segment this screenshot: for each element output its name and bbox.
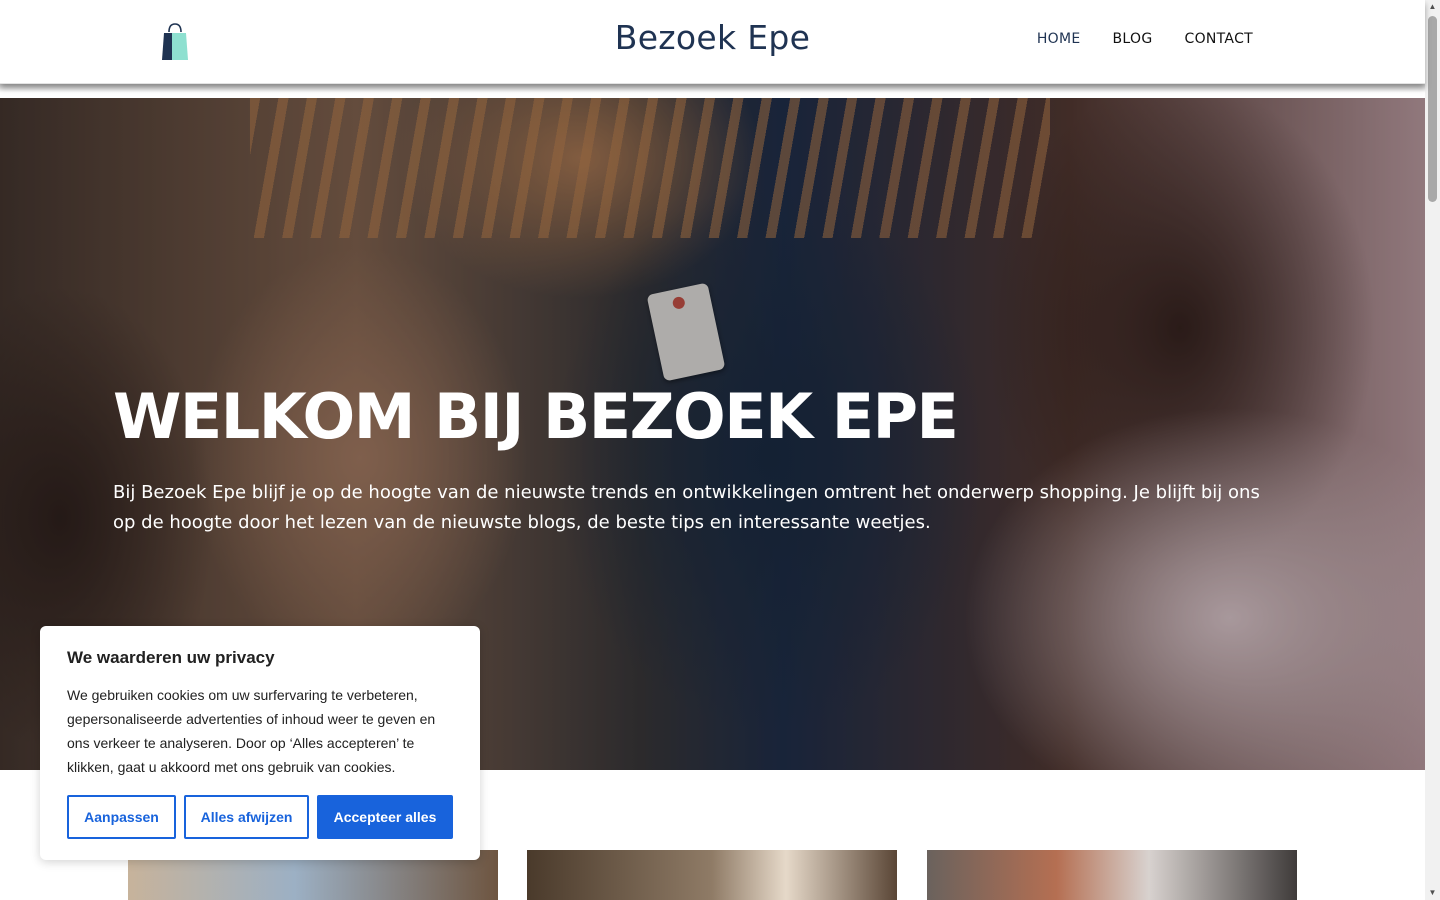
scroll-down-arrow-icon[interactable]: ▼	[1425, 886, 1440, 900]
hero-title: WELKOM BIJ BEZOEK EPE	[113, 380, 959, 453]
site-header: Bezoek Epe HOME BLOG CONTACT	[0, 0, 1425, 84]
main-nav: HOME BLOG CONTACT	[1037, 31, 1253, 47]
blog-card-image[interactable]	[927, 850, 1297, 900]
nav-item-contact[interactable]: CONTACT	[1185, 31, 1254, 47]
customize-button[interactable]: Aanpassen	[67, 795, 176, 839]
scroll-up-arrow-icon[interactable]: ▲	[1425, 0, 1440, 14]
cookie-consent-banner: We waarderen uw privacy We gebruiken coo…	[40, 626, 480, 860]
cookie-banner-title: We waarderen uw privacy	[67, 648, 275, 667]
accept-all-button[interactable]: Accepteer alles	[317, 795, 453, 839]
cookie-banner-text: We gebruiken cookies om uw surfervaring …	[67, 687, 436, 775]
header-shadow-divider	[0, 84, 1425, 98]
hero-description: Bij Bezoek Epe blijf je op de hoogte van…	[113, 482, 1260, 533]
nav-item-home[interactable]: HOME	[1037, 31, 1081, 47]
reject-all-button[interactable]: Alles afwijzen	[184, 795, 309, 839]
scrollbar-thumb[interactable]	[1428, 16, 1437, 202]
page-scrollbar[interactable]: ▲ ▼	[1425, 0, 1440, 900]
nav-item-blog[interactable]: BLOG	[1113, 31, 1153, 47]
blog-card-image[interactable]	[527, 850, 897, 900]
